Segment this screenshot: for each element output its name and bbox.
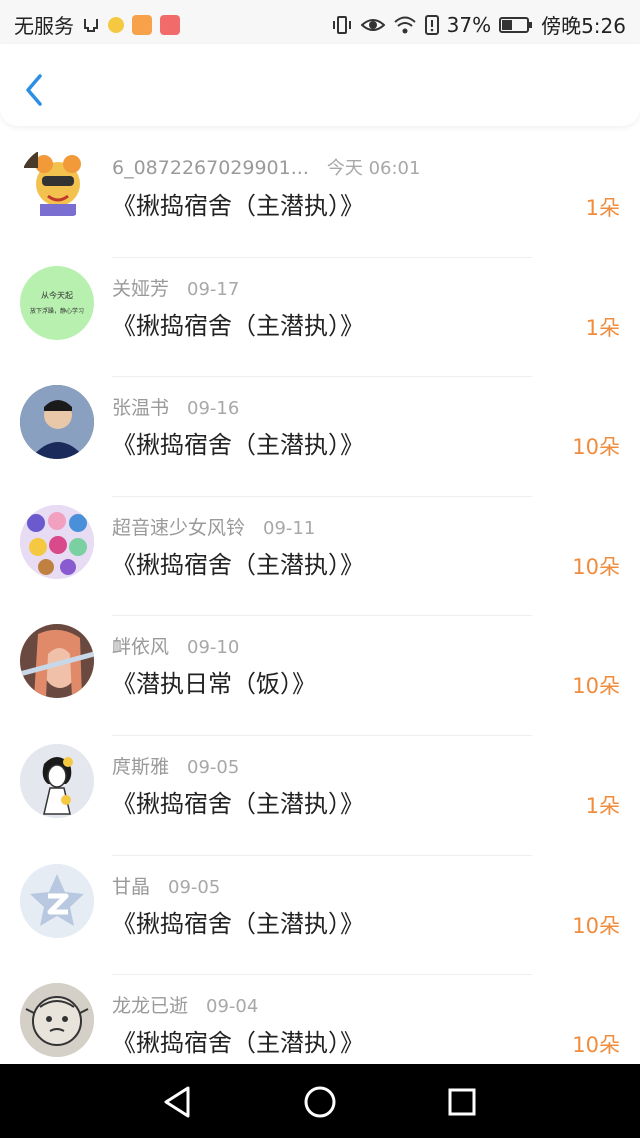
list-item[interactable]: 衅依风 09-10 《潜执日常（饭）》 10朵 — [0, 618, 640, 738]
header-bar — [0, 44, 640, 126]
item-date: 09-04 — [206, 996, 259, 1018]
list-item[interactable]: 6_0872267029901... 今天 06:01 《揪捣宿舍（主潜执）》 1… — [0, 140, 640, 260]
item-title: 《揪捣宿舍（主潜执）》 — [112, 192, 364, 220]
battery-percent: 37% — [446, 12, 492, 37]
list-item[interactable]: 庹斯雅 09-05 《揪捣宿舍（主潜执）》 1朵 — [0, 738, 640, 858]
list-item[interactable]: 从今天起 放下浮躁，静心学习 关娅芳 09-17 《揪捣宿舍（主潜执）》 1朵 — [0, 260, 640, 380]
gift-amount: 10朵 — [572, 435, 620, 460]
item-title: 《揪捣宿舍（主潜执）》 — [112, 431, 364, 460]
gift-amount: 10朵 — [572, 913, 620, 938]
sender-name: 超音速少女风铃 — [112, 516, 246, 539]
divider — [112, 256, 532, 258]
notification-app-icon — [108, 16, 124, 33]
item-date: 今天 06:01 — [326, 158, 421, 179]
sender-name: 张温书 — [112, 397, 170, 420]
wifi-icon — [393, 16, 416, 33]
avatar[interactable] — [20, 983, 94, 1058]
clock: 傍晚5:26 — [541, 14, 626, 38]
item-meta: 关娅芳 09-17 — [112, 274, 239, 301]
avatar[interactable] — [20, 624, 94, 699]
sender-name: 衅依风 — [112, 636, 170, 659]
item-meta: 衅依风 09-10 — [112, 632, 239, 659]
sender-name: 庹斯雅 — [112, 755, 170, 778]
item-date: 09-11 — [263, 517, 316, 539]
avatar[interactable] — [20, 863, 94, 938]
avatar-text: 从今天起 — [41, 290, 73, 300]
usb-icon — [84, 18, 98, 32]
battery-icon — [499, 16, 533, 33]
item-meta: 庹斯雅 09-05 — [112, 752, 239, 779]
divider — [112, 974, 532, 976]
status-left: 无服务 — [14, 10, 180, 39]
item-meta: 甘晶 09-05 — [112, 872, 220, 899]
item-meta: 超音速少女风铃 09-11 — [112, 513, 315, 540]
sender-name: 甘晶 — [112, 875, 151, 898]
avatar[interactable] — [20, 743, 94, 818]
sender-name: 龙龙已逝 — [112, 995, 189, 1018]
avatar[interactable] — [20, 385, 94, 460]
item-date: 09-17 — [187, 278, 240, 300]
vibrate-icon — [332, 15, 351, 34]
divider — [112, 734, 532, 736]
gift-amount: 1朵 — [585, 793, 620, 818]
gift-amount: 10朵 — [572, 674, 620, 699]
item-date: 09-05 — [168, 876, 221, 898]
gift-amount: 10朵 — [572, 1033, 620, 1058]
status-bar: 无服务 37% 傍晚5:26 — [0, 0, 640, 44]
divider — [112, 854, 532, 856]
nav-recents-icon[interactable] — [442, 1082, 482, 1122]
sender-name: 关娅芳 — [112, 277, 170, 300]
avatar[interactable] — [20, 146, 94, 220]
back-arrow-icon[interactable] — [20, 72, 48, 108]
item-date: 09-05 — [187, 756, 240, 778]
divider — [112, 615, 532, 617]
item-meta: 6_0872267029901... 今天 06:01 — [112, 154, 420, 180]
avatar[interactable] — [20, 504, 94, 579]
item-title: 《揪捣宿舍（主潜执）》 — [112, 909, 364, 938]
item-date: 09-16 — [187, 398, 240, 420]
item-meta: 张温书 09-16 — [112, 393, 239, 420]
eye-icon — [360, 18, 385, 31]
item-meta: 龙龙已逝 09-04 — [112, 991, 258, 1018]
list-item[interactable]: 甘晶 09-05 《揪捣宿舍（主潜执）》 10朵 — [0, 858, 640, 978]
gift-amount: 1朵 — [585, 196, 620, 220]
status-right: 37% 傍晚5:26 — [331, 10, 626, 39]
item-title: 《揪捣宿舍（主潜执）》 — [112, 789, 364, 818]
system-nav-bar — [0, 1064, 640, 1138]
item-title: 《潜执日常（饭）》 — [112, 670, 316, 699]
divider — [112, 495, 532, 497]
item-date: 09-10 — [187, 637, 240, 659]
item-title: 《揪捣宿舍（主潜执）》 — [112, 311, 364, 340]
item-title: 《揪捣宿舍（主潜执）》 — [112, 550, 364, 579]
item-title: 《揪捣宿舍（主潜执）》 — [112, 1029, 364, 1058]
gift-record-list: 6_0872267029901... 今天 06:01 《揪捣宿舍（主潜执）》 1… — [0, 140, 640, 1097]
divider — [112, 376, 532, 378]
video-app-icon — [132, 14, 152, 35]
gift-amount: 10朵 — [572, 554, 620, 579]
carrier-label: 无服务 — [14, 14, 74, 38]
list-item[interactable]: 张温书 09-16 《揪捣宿舍（主潜执）》 10朵 — [0, 379, 640, 499]
shop-app-icon — [160, 14, 180, 35]
list-item[interactable]: 超音速少女风铃 09-11 《揪捣宿舍（主潜执）》 10朵 — [0, 499, 640, 619]
avatar[interactable]: 从今天起 放下浮躁，静心学习 — [20, 265, 94, 340]
nav-home-icon[interactable] — [300, 1082, 340, 1122]
avatar-text: 放下浮躁，静心学习 — [29, 307, 84, 315]
sender-name: 6_0872267029901... — [112, 157, 309, 179]
alert-icon — [424, 14, 439, 35]
gift-amount: 1朵 — [585, 315, 620, 340]
nav-back-icon[interactable] — [158, 1082, 198, 1122]
